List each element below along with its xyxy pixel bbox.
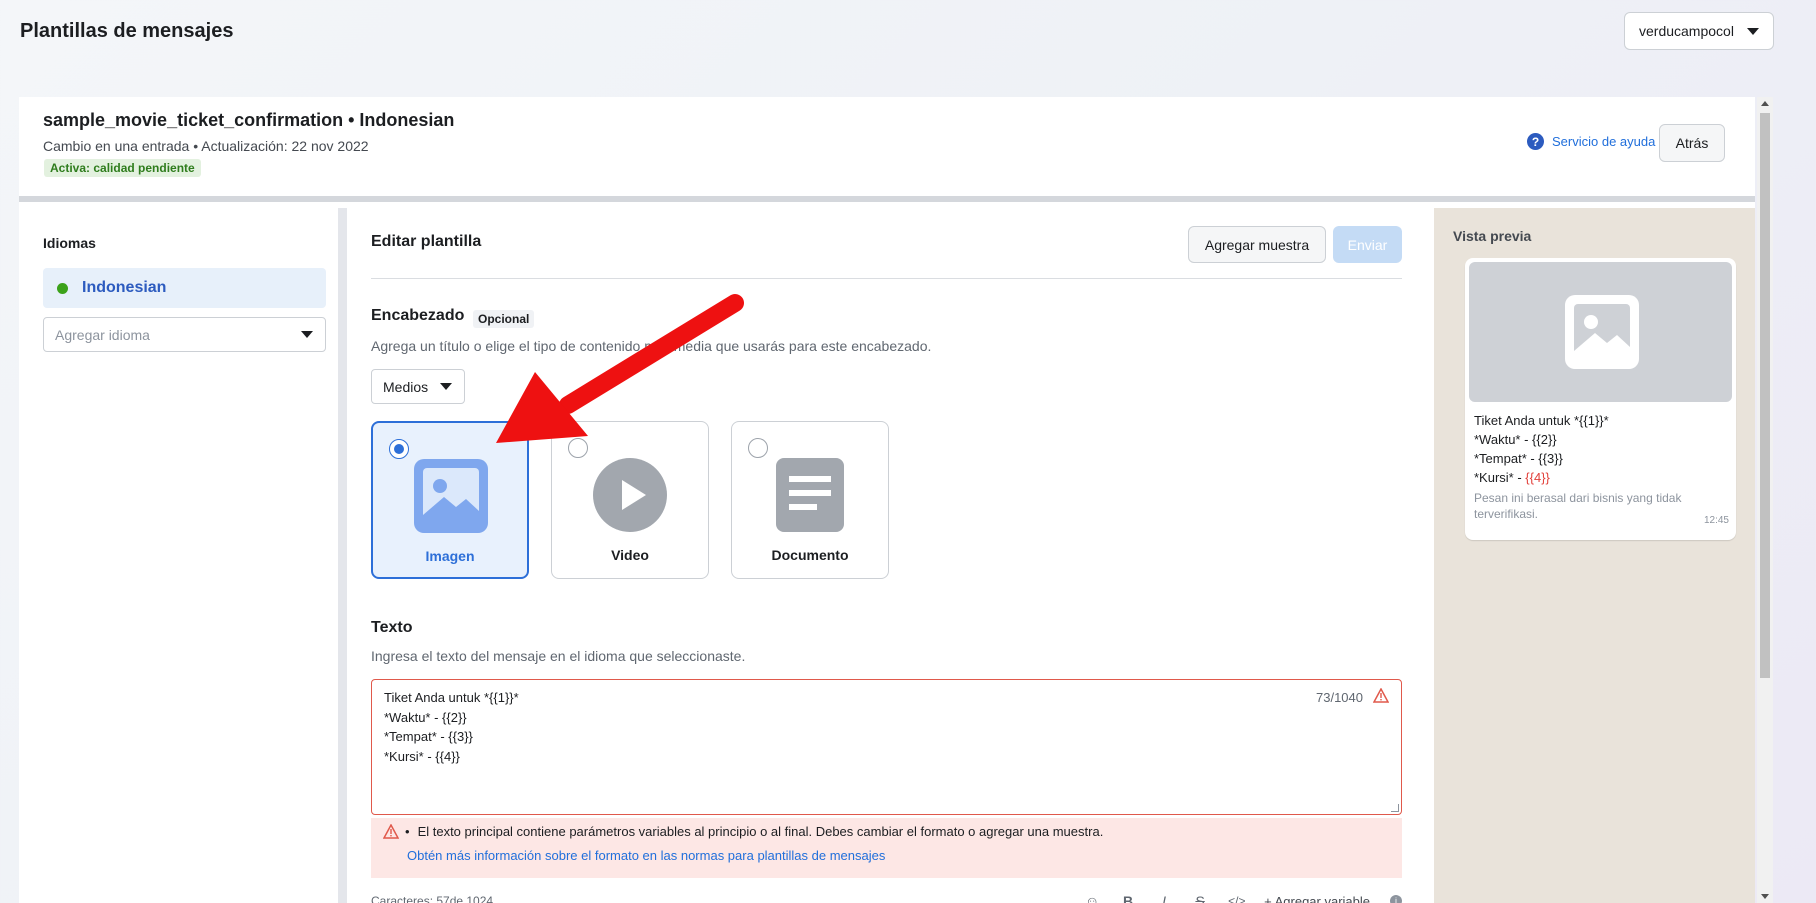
scrollbar[interactable] [1757,97,1773,903]
bubble-line: *Kursi* - {{4}} [1474,470,1550,485]
char-count: 73/1040 [1316,690,1363,705]
scroll-up-icon[interactable] [1761,101,1769,106]
top-bar: Plantillas de mensajes verducampocol [0,0,1816,95]
add-language-dropdown[interactable]: Agregar idioma [43,317,326,352]
template-name: sample_movie_ticket_confirmation • Indon… [43,110,455,130]
language-label: Indonesian [82,279,167,296]
send-button[interactable]: Enviar [1333,226,1402,263]
guidelines-link[interactable]: Obtén más información sobre el formato e… [407,848,1390,863]
radio-button[interactable] [389,439,409,459]
template-meta: Cambio en una entrada • Actualización: 2… [43,138,369,154]
editor-title: Editar plantilla [371,233,482,250]
panel-divider [339,208,347,903]
header-description: Agrega un título o elige el tipo de cont… [371,338,932,354]
preview-title: Vista previa [1453,228,1532,244]
error-alert: • El texto principal contiene parámetros… [371,818,1402,878]
text-line: *Waktu* - {{2}} [384,709,467,725]
account-dropdown[interactable]: verducampocol [1624,12,1774,50]
image-icon [1565,295,1639,369]
add-language-placeholder: Agregar idioma [55,326,150,343]
help-link[interactable]: ? Servicio de ayuda [1527,133,1655,150]
bubble-media-placeholder [1469,262,1732,402]
languages-panel: Idiomas Indonesian Agregar idioma [19,208,339,903]
bubble-line: *Waktu* - {{2}} [1474,432,1557,447]
template-editor: Editar plantilla Agregar muestra Enviar … [347,208,1430,903]
status-badge: Activa: calidad pendiente [44,159,201,177]
italic-icon[interactable]: I [1156,893,1172,903]
info-icon[interactable]: i [1390,895,1402,903]
help-icon: ? [1527,133,1544,150]
error-message: El texto principal contiene parámetros v… [417,824,1104,839]
image-icon [414,459,488,533]
code-icon[interactable]: </> [1228,894,1245,903]
media-type-dropdown[interactable]: Medios [371,369,465,404]
header-section-title: Encabezado [371,307,465,324]
bubble-variable: {{4}} [1525,470,1550,485]
radio-button[interactable] [568,438,588,458]
divider [371,278,1402,279]
status-dot-icon [57,282,68,294]
text-line: *Kursi* - {{4}} [384,748,460,764]
languages-title: Idiomas [43,235,96,251]
add-sample-button[interactable]: Agregar muestra [1188,226,1326,263]
preview-panel: Vista previa Tiket Anda untuk *{{1}}* *W… [1434,208,1755,903]
warning-icon [383,824,399,839]
bubble-time: 12:45 [1703,515,1729,526]
radio-button[interactable] [748,438,768,458]
add-variable-label: Agregar variable [1274,893,1370,903]
back-button[interactable]: Atrás [1659,124,1725,162]
help-label: Servicio de ayuda [1552,134,1656,149]
page-title: Plantillas de mensajes [20,20,234,42]
character-count: Caracteres: 57de 1024 [371,894,494,903]
media-type-value: Medios [383,378,429,395]
plus-icon: + [1264,893,1275,903]
bubble-line: *Tempat* - {{3}} [1474,451,1563,466]
body-section-title: Texto [371,619,413,636]
message-bubble: Tiket Anda untuk *{{1}}* *Waktu* - {{2}}… [1465,258,1736,540]
add-variable-button[interactable]: + Agregar variable [1264,894,1370,903]
text-line: *Tempat* - {{3}} [384,729,473,744]
template-header: sample_movie_ticket_confirmation • Indon… [19,97,1755,202]
resize-handle[interactable] [1391,804,1399,812]
emoji-icon[interactable]: ☺ [1084,893,1100,903]
media-option-image[interactable]: Imagen [371,421,529,579]
account-name: verducampocol [1639,23,1734,39]
video-play-icon [593,458,667,532]
language-item-indonesian[interactable]: Indonesian [43,268,326,308]
document-icon [776,458,844,532]
bubble-line: Tiket Anda untuk *{{1}}* [1474,413,1609,428]
message-text-input[interactable]: Tiket Anda untuk *{{1}}* *Waktu* - {{2}}… [371,679,1402,815]
media-option-label: Imagen [425,548,475,564]
optional-badge: Opcional [473,310,535,328]
strikethrough-icon[interactable]: S [1192,893,1208,903]
editor-footer: Caracteres: 57de 1024 ☺ B I S </> + Agre… [371,893,1402,903]
bubble-text: Tiket Anda untuk *{{1}}* *Waktu* - {{2}}… [1474,411,1609,487]
bold-icon[interactable]: B [1120,893,1136,903]
caret-down-icon [301,331,313,338]
caret-down-icon [1747,27,1759,35]
media-option-document[interactable]: Documento [731,421,889,579]
bubble-footer: Pesan ini berasal dari bisnis yang tidak… [1474,491,1682,521]
warning-icon [1373,688,1389,703]
scroll-down-icon[interactable] [1761,894,1769,899]
caret-down-icon [440,383,452,390]
media-option-label: Video [611,547,649,563]
media-option-label: Documento [771,547,849,563]
media-option-video[interactable]: Video [551,421,709,579]
format-toolbar: ☺ B I S </> + Agregar variable i [1084,893,1402,903]
body-description: Ingresa el texto del mensaje en el idiom… [371,648,746,664]
bullet: • [405,824,410,839]
scroll-thumb[interactable] [1760,113,1770,678]
text-line: Tiket Anda untuk *{{1}}* [384,690,519,705]
